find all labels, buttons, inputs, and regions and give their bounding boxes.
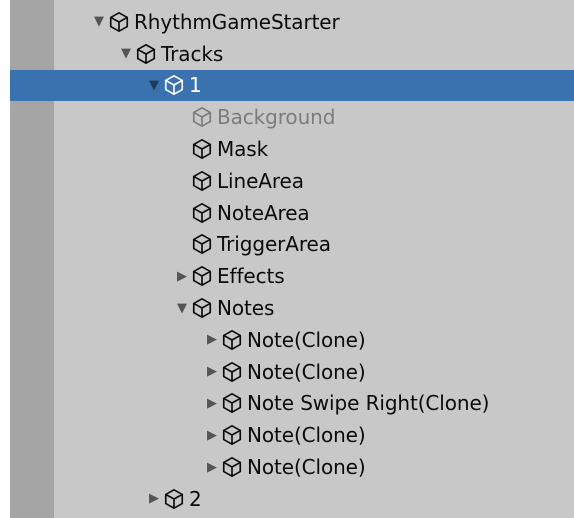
- tree-item-notes[interactable]: ▼ Notes: [10, 292, 574, 324]
- tree-item-effects[interactable]: ▶ Effects: [10, 260, 574, 292]
- cube-icon: [192, 202, 212, 223]
- hierarchy-window: ▼ RhythmGameStarter ▼ Tracks ▼ 1 Backgro…: [10, 0, 574, 518]
- tree-item-note-clone[interactable]: ▶ Note(Clone): [10, 324, 574, 356]
- cube-icon: [222, 425, 242, 446]
- tree-item-label: NoteArea: [217, 200, 310, 225]
- tree-item-label: Note(Clone): [247, 423, 366, 448]
- cube-icon: [192, 170, 212, 191]
- tree-item-label: LineArea: [217, 168, 304, 193]
- triangle-right-icon[interactable]: ▶: [203, 363, 221, 381]
- tree-item-label: Mask: [217, 137, 269, 162]
- tree-item-track-1[interactable]: ▼ 1: [10, 69, 574, 102]
- tree-item-note-clone[interactable]: ▶ Note(Clone): [10, 419, 574, 451]
- tree-item-tracks[interactable]: ▼ Tracks: [10, 38, 574, 70]
- tree-item-label: TriggerArea: [217, 232, 331, 257]
- tree-item-note-clone[interactable]: ▶ Note(Clone): [10, 451, 574, 483]
- triangle-right-icon[interactable]: ▶: [203, 394, 221, 412]
- tree-item-label: Note(Clone): [247, 327, 366, 352]
- tree-item-label: Effects: [217, 264, 285, 289]
- tree-item-label: RhythmGameStarter: [134, 9, 340, 34]
- tree-item-label: 1: [189, 73, 202, 98]
- tree-item-note-swipe-right-clone[interactable]: ▶ Note Swipe Right(Clone): [10, 388, 574, 420]
- tree-item-line-area[interactable]: LineArea: [10, 165, 574, 197]
- tree-item-track-2[interactable]: ▶ 2: [10, 483, 574, 515]
- tree-item-label: Notes: [217, 296, 275, 321]
- cube-icon: [164, 75, 184, 96]
- cube-icon: [222, 457, 242, 478]
- tree-item-background[interactable]: Background: [10, 101, 574, 133]
- cube-icon: [222, 329, 242, 350]
- cube-icon: [192, 266, 212, 287]
- triangle-down-icon[interactable]: ▼: [117, 45, 135, 63]
- cube-icon: [192, 139, 212, 160]
- tree-item-label: Note(Clone): [247, 455, 366, 480]
- triangle-down-icon[interactable]: ▼: [173, 299, 191, 317]
- cube-icon: [164, 488, 184, 509]
- tree-item-label: Note Swipe Right(Clone): [247, 391, 490, 416]
- tree-item-label: Background: [217, 105, 336, 130]
- cube-icon: [222, 361, 242, 382]
- triangle-down-icon[interactable]: ▼: [145, 76, 163, 94]
- tree-item-label: Tracks: [161, 41, 224, 66]
- tree-item-mask[interactable]: Mask: [10, 133, 574, 165]
- triangle-right-icon[interactable]: ▶: [173, 267, 191, 285]
- triangle-down-icon[interactable]: ▼: [90, 13, 108, 31]
- tree-item-note-clone[interactable]: ▶ Note(Clone): [10, 356, 574, 388]
- cube-icon: [192, 107, 212, 128]
- cube-icon: [136, 43, 156, 64]
- cube-icon: [222, 393, 242, 414]
- tree-item-label: 2: [189, 486, 202, 511]
- cube-icon: [192, 234, 212, 255]
- tree-item-rhythm-game-starter[interactable]: ▼ RhythmGameStarter: [10, 6, 574, 38]
- tree-item-trigger-area[interactable]: TriggerArea: [10, 229, 574, 261]
- cube-icon: [109, 11, 129, 32]
- triangle-right-icon[interactable]: ▶: [203, 458, 221, 476]
- cube-icon: [192, 298, 212, 319]
- triangle-right-icon[interactable]: ▶: [203, 426, 221, 444]
- triangle-right-icon[interactable]: ▶: [203, 331, 221, 349]
- tree-item-note-area[interactable]: NoteArea: [10, 197, 574, 229]
- tree-item-label: Note(Clone): [247, 359, 366, 384]
- triangle-right-icon[interactable]: ▶: [145, 490, 163, 508]
- hierarchy-tree: ▼ RhythmGameStarter ▼ Tracks ▼ 1 Backgro…: [10, 6, 574, 515]
